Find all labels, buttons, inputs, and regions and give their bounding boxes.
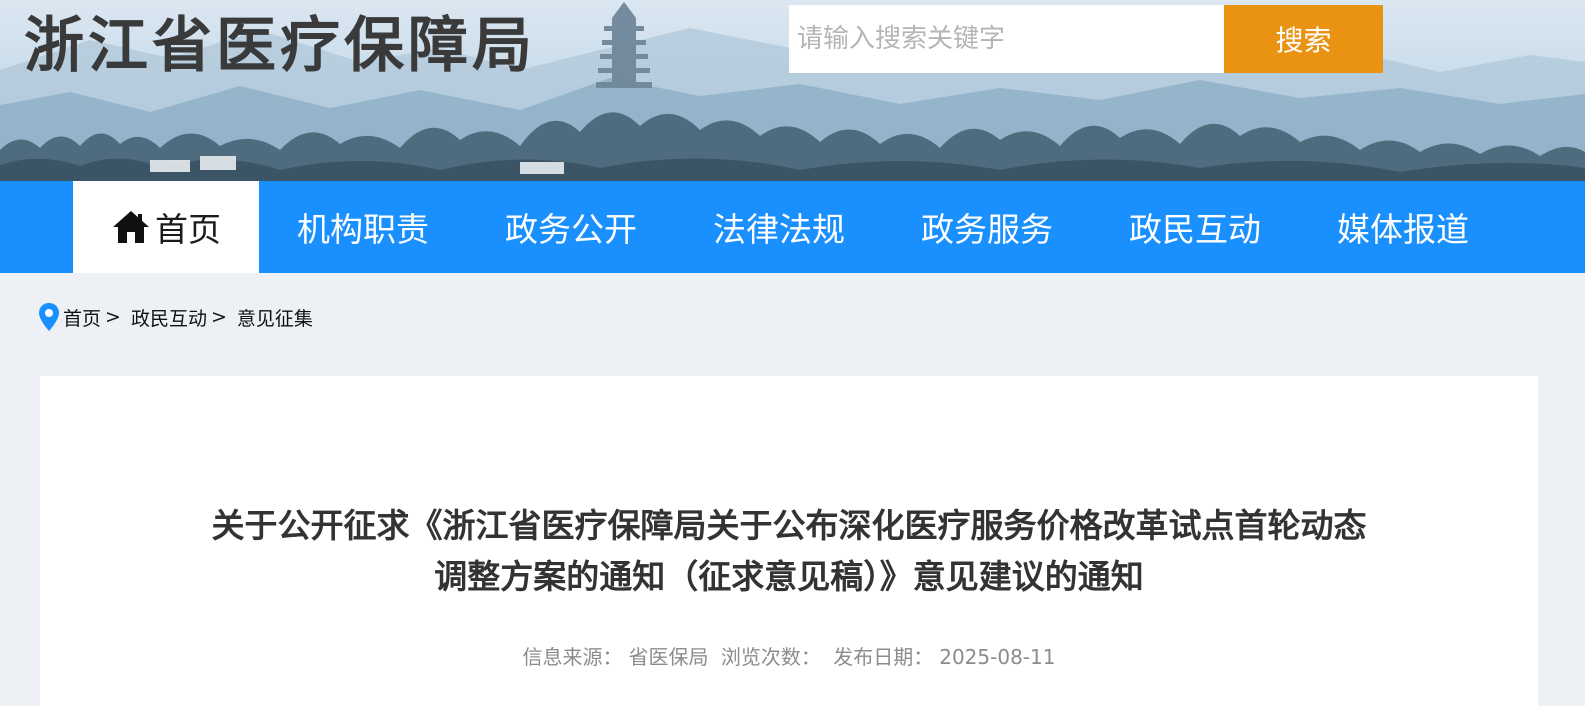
breadcrumb-separator: > [105, 306, 121, 328]
nav-item-laws-regulations[interactable]: 法律法规 [675, 181, 883, 273]
location-pin-icon [38, 302, 60, 332]
nav-item-label: 首页 [155, 210, 221, 249]
article-card: 关于公开征求《浙江省医疗保障局关于公布深化医疗服务价格改革试点首轮动态 调整方案… [40, 376, 1538, 706]
nav-item-media-reports[interactable]: 媒体报道 [1299, 181, 1507, 273]
nav-item-public-interaction[interactable]: 政民互动 [1091, 181, 1299, 273]
home-icon [111, 209, 151, 245]
breadcrumb-home-link[interactable]: 首页 [63, 304, 101, 331]
nav-item-institutional-duties[interactable]: 机构职责 [259, 181, 467, 273]
article-title-line-1: 关于公开征求《浙江省医疗保障局关于公布深化医疗服务价格改革试点首轮动态 [211, 506, 1367, 545]
breadcrumb: 首页 > 政民互动 > 意见征集 [38, 300, 313, 334]
nav-item-government-affairs[interactable]: 政务公开 [467, 181, 675, 273]
breadcrumb-separator: > [210, 306, 227, 328]
article-meta: 信息来源： 省医保局 浏览次数： 发布日期： 2025-08-11 [40, 641, 1538, 670]
site-title: 浙江省医疗保障局 [24, 11, 536, 81]
main-nav: 首页 机构职责 政务公开 法律法规 政务服务 政民互动 媒体报道 [0, 181, 1585, 273]
views-label: 浏览次数： [720, 645, 821, 669]
article-title: 关于公开征求《浙江省医疗保障局关于公布深化医疗服务价格改革试点首轮动态 调整方案… [40, 500, 1538, 602]
header-banner: 浙江省医疗保障局 搜索 [0, 0, 1585, 181]
article-title-line-2: 调整方案的通知（征求意见稿）》意见建议的通知 [434, 557, 1144, 596]
breadcrumb-opinion-collection-link[interactable]: 意见征集 [237, 304, 313, 331]
nav-item-government-services[interactable]: 政务服务 [883, 181, 1091, 273]
search-input[interactable] [789, 5, 1224, 73]
search-bar: 搜索 [789, 5, 1383, 73]
publish-date-label: 发布日期： [833, 645, 934, 669]
publish-date-value: 2025-08-11 [939, 645, 1056, 669]
search-button[interactable]: 搜索 [1224, 5, 1383, 73]
source-label: 信息来源： [522, 645, 623, 669]
nav-item-home[interactable]: 首页 [73, 181, 259, 273]
source-value: 省医保局 [628, 645, 709, 669]
breadcrumb-public-interaction-link[interactable]: 政民互动 [131, 304, 207, 331]
